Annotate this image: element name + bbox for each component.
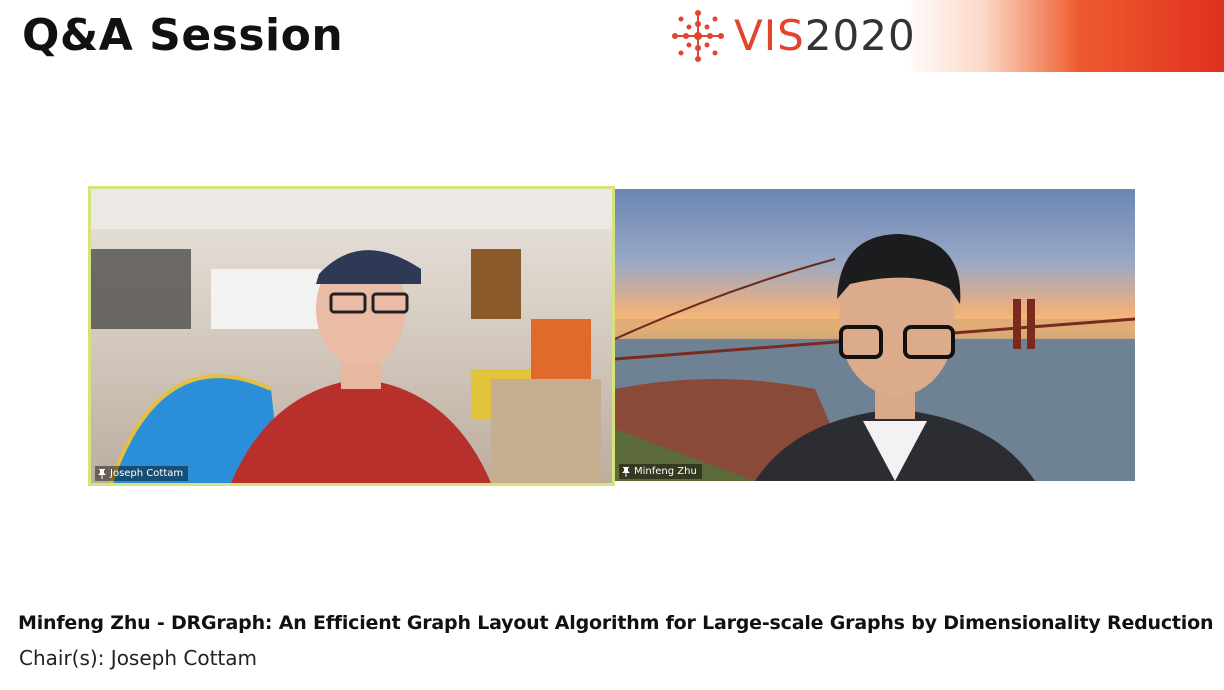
paper-title-caption: Minfeng Zhu - DRGraph: An Efficient Grap…	[18, 612, 1214, 634]
video-tile-minfeng-zhu[interactable]: Minfeng Zhu	[615, 189, 1135, 481]
page-title: Q&A Session	[22, 10, 344, 61]
participant-name-tag: Joseph Cottam	[95, 466, 189, 481]
participant-video-image	[615, 234, 1135, 481]
session-chair-caption: Chair(s): Joseph Cottam	[19, 646, 258, 670]
video-tile-joseph-cottam[interactable]: Joseph Cottam	[88, 186, 615, 486]
pin-icon	[98, 468, 106, 479]
participant-name: Minfeng Zhu	[634, 466, 697, 477]
header-banner	[904, 0, 1224, 72]
participant-name-tag: Minfeng Zhu	[619, 464, 702, 479]
brand-name: VIS	[734, 11, 805, 60]
participant-video-image	[91, 189, 612, 483]
brand-year: 2020	[804, 11, 916, 60]
participant-name: Joseph Cottam	[110, 468, 184, 479]
vis-snowflake-icon	[672, 10, 724, 62]
vis-logo: VIS2020	[668, 4, 916, 68]
pin-icon	[622, 466, 630, 477]
